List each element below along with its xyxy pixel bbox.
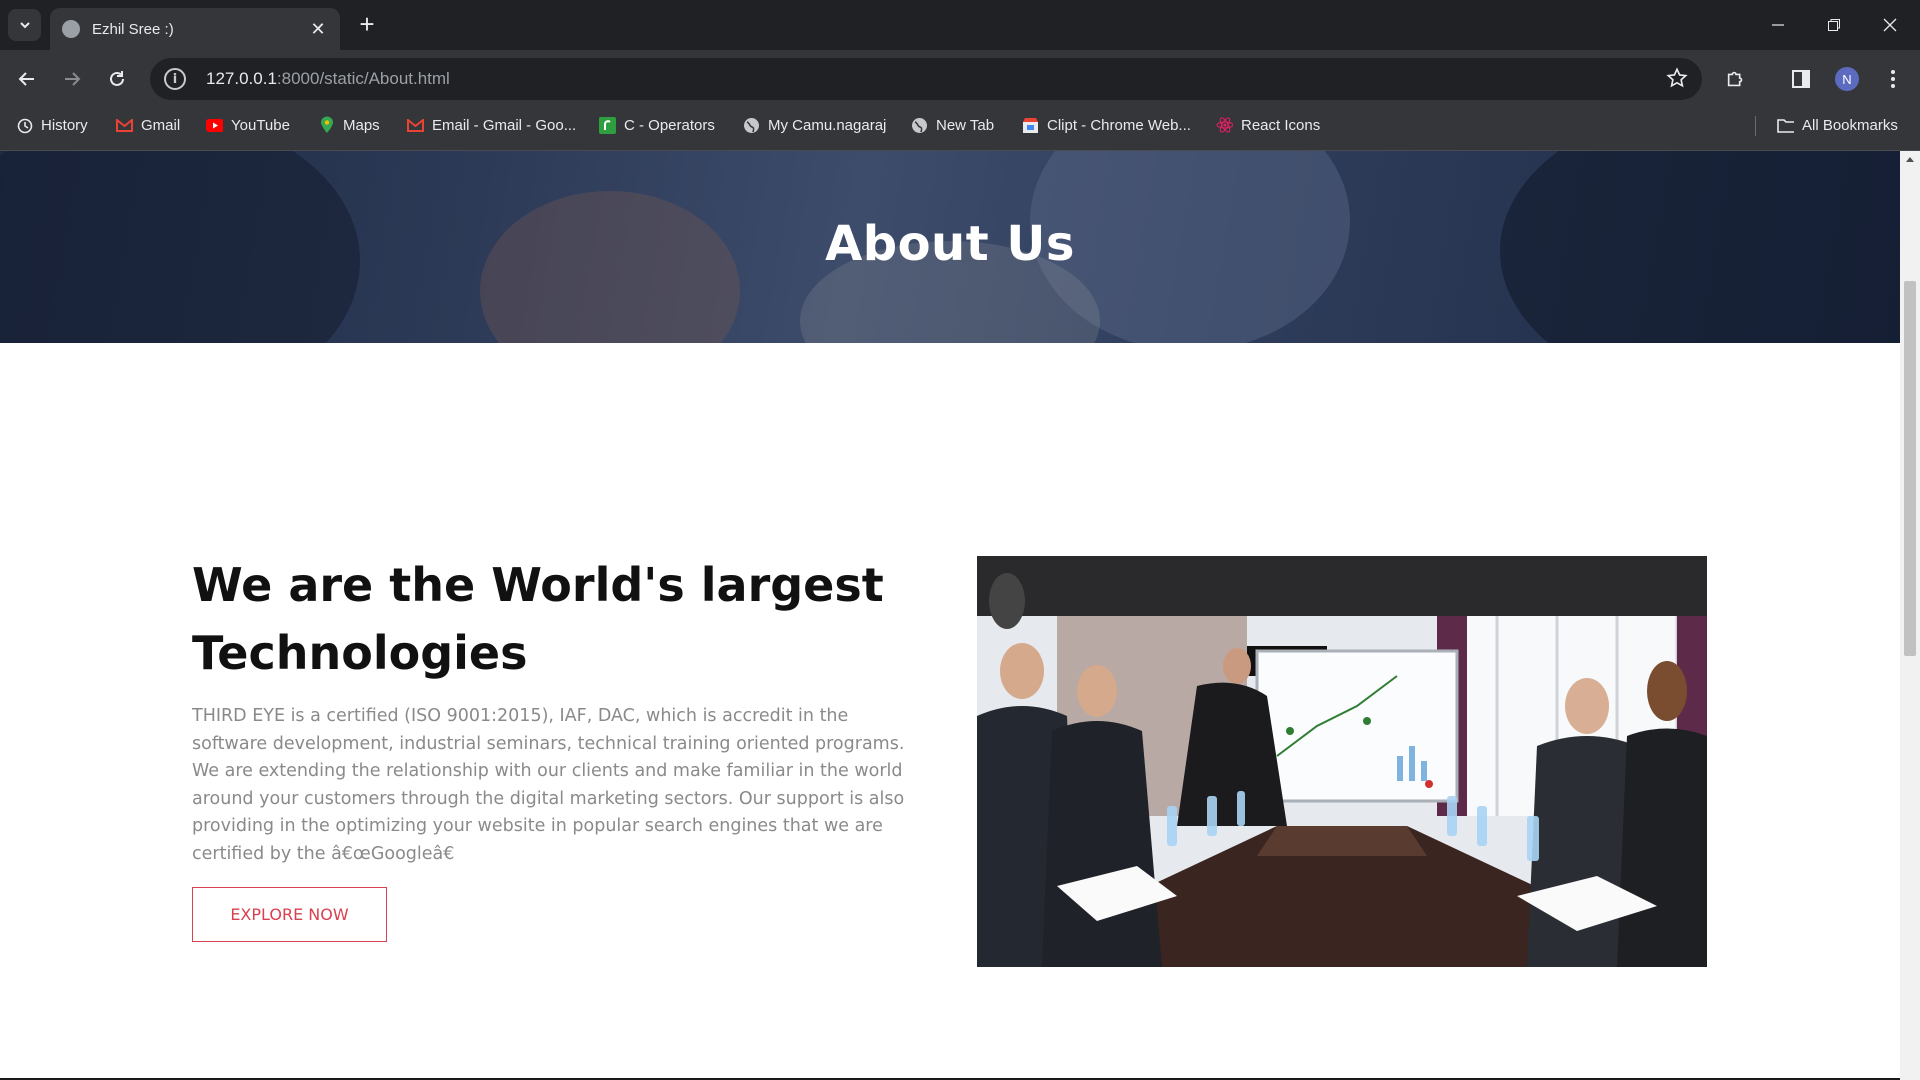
chevron-down-icon [19, 22, 30, 29]
page-scrollbar[interactable] [1900, 151, 1920, 1080]
bookmark-c-operators[interactable]: C - Operators [599, 108, 715, 142]
profile-button[interactable]: N [1831, 63, 1863, 95]
restore-icon [1828, 19, 1840, 31]
bookmark-my-camu[interactable]: My Camu.nagaraj [743, 108, 886, 142]
explore-now-button[interactable]: EXPLORE NOW [192, 887, 387, 942]
bookmarks-bar: History Gmail YouTube Maps Email - Gmail… [0, 108, 1920, 151]
bookmark-new-tab[interactable]: New Tab [911, 108, 994, 142]
section-heading: We are the World's largest Technologies [192, 558, 884, 680]
minimize-button[interactable] [1750, 0, 1806, 50]
address-bar[interactable]: i 127.0.0.1:8000/static/About.html [150, 58, 1702, 100]
globe-icon [743, 117, 760, 134]
bookmark-youtube[interactable]: YouTube [206, 108, 290, 142]
reload-button[interactable] [101, 63, 133, 95]
page-title: About Us [825, 216, 1075, 272]
folder-icon [1777, 117, 1794, 134]
bookmark-react-icons[interactable]: React Icons [1216, 108, 1320, 142]
store-icon [1022, 117, 1039, 134]
url-text[interactable]: 127.0.0.1:8000/static/About.html [206, 69, 450, 89]
browser-titlebar: Ezhil Sree :) ✕ + [0, 0, 1920, 50]
meeting-photo [977, 556, 1707, 967]
globe-icon [62, 20, 80, 38]
back-button[interactable] [11, 63, 43, 95]
new-tab-button[interactable]: + [352, 10, 382, 40]
bookmark-star-icon[interactable] [1666, 67, 1688, 89]
page-viewport: About Us We are the World's largest Tech… [0, 151, 1900, 1080]
minimize-icon [1772, 24, 1784, 26]
close-icon [1883, 18, 1897, 32]
avatar: N [1835, 67, 1859, 91]
close-window-button[interactable] [1862, 0, 1918, 50]
history-icon [16, 117, 33, 134]
tab-title: Ezhil Sree :) [92, 20, 174, 38]
scroll-up-icon[interactable] [1906, 157, 1914, 162]
close-tab-icon[interactable]: ✕ [308, 19, 328, 40]
bookmark-clipt[interactable]: Clipt - Chrome Web... [1022, 108, 1191, 142]
site-icon [599, 116, 616, 134]
arrow-left-icon [18, 72, 34, 86]
bookmark-email-gmail[interactable]: Email - Gmail - Goo... [407, 108, 576, 142]
globe-icon [911, 117, 928, 134]
bookmarks-divider [1755, 116, 1756, 136]
browser-tab[interactable]: Ezhil Sree :) ✕ [50, 8, 340, 50]
all-bookmarks-button[interactable]: All Bookmarks [1777, 108, 1898, 142]
arrow-right-icon [65, 72, 81, 86]
bookmark-history[interactable]: History [16, 108, 88, 142]
extensions-button[interactable] [1720, 63, 1752, 95]
bookmark-maps[interactable]: Maps [318, 108, 380, 142]
gmail-icon [407, 117, 424, 134]
scrollbar-thumb[interactable] [1904, 281, 1916, 656]
menu-button[interactable] [1877, 63, 1909, 95]
more-vertical-icon [1891, 70, 1895, 88]
tab-search-button[interactable] [8, 9, 41, 41]
gmail-icon [116, 117, 133, 134]
browser-toolbar: i 127.0.0.1:8000/static/About.html N [0, 50, 1920, 108]
maps-icon [318, 116, 335, 134]
about-paragraph: THIRD EYE is a certified (ISO 9001:2015)… [192, 706, 905, 864]
forward-button[interactable] [56, 63, 88, 95]
hero-banner: About Us [0, 151, 1900, 343]
bookmark-gmail[interactable]: Gmail [116, 108, 180, 142]
youtube-icon [206, 117, 223, 134]
restore-button[interactable] [1806, 0, 1862, 50]
reload-icon [110, 71, 124, 86]
side-panel-icon [1792, 70, 1810, 88]
site-info-icon[interactable]: i [164, 68, 186, 90]
side-panel-button[interactable] [1785, 63, 1817, 95]
puzzle-icon [1727, 71, 1743, 87]
react-icon [1216, 117, 1233, 134]
